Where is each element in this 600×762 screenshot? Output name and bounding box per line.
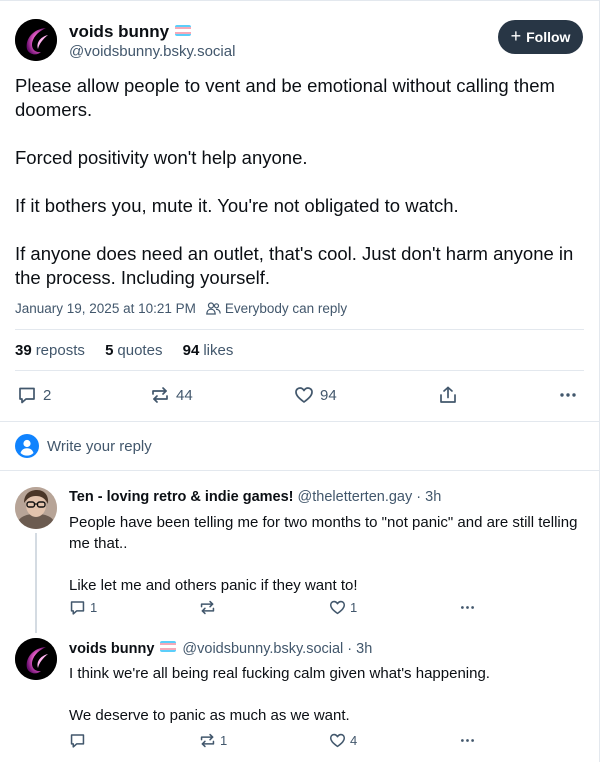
author-name[interactable]: voids bunny — [69, 22, 192, 42]
heart-icon — [295, 387, 313, 403]
reply-reply-button[interactable] — [69, 732, 90, 749]
reply-count: 1 — [90, 600, 98, 615]
repost-button[interactable]: 44 — [150, 385, 193, 405]
reposts-stat[interactable]: 39 reposts — [15, 342, 85, 359]
write-reply-prompt[interactable]: Write your reply — [15, 434, 152, 458]
heart-icon — [329, 733, 346, 748]
divider — [15, 329, 584, 330]
more-icon — [461, 606, 474, 609]
author-avatar[interactable] — [15, 19, 57, 61]
reply-body: I think we're all being real fucking cal… — [69, 663, 579, 726]
follow-label: Follow — [526, 29, 571, 45]
repost-icon — [200, 600, 215, 615]
reply-repost-button[interactable] — [199, 599, 220, 616]
reply-placeholder: Write your reply — [47, 437, 152, 455]
thread-connector — [35, 533, 37, 633]
post-paragraph: If anyone does need an outlet, that's co… — [15, 243, 574, 288]
post-actions: 2 44 94 — [0, 385, 599, 407]
reply-more-button[interactable] — [459, 732, 476, 749]
reply-paragraph: We deserve to panic as much as we want. — [69, 707, 350, 724]
reply-icon — [70, 601, 85, 615]
user-avatar-icon — [15, 434, 39, 458]
share-button[interactable] — [438, 385, 458, 405]
quotes-stat[interactable]: 5 quotes — [105, 342, 162, 359]
people-icon — [206, 302, 221, 315]
reply-age[interactable]: · 3h — [412, 489, 441, 505]
likes-stat[interactable]: 94 likes — [183, 342, 234, 359]
reply-setting[interactable]: Everybody can reply — [225, 301, 347, 316]
reply-author-name[interactable]: Ten - loving retro & indie games! — [69, 489, 294, 505]
repost-icon — [200, 733, 215, 748]
plus-icon: + — [510, 26, 522, 46]
reply-reply-button[interactable]: 1 — [69, 599, 97, 616]
post-paragraph: Forced positivity won't help anyone. — [15, 147, 308, 168]
post-body: Please allow people to vent and be emoti… — [15, 74, 585, 290]
like-count: 94 — [320, 386, 337, 404]
reply-paragraph: I think we're all being real fucking cal… — [69, 665, 490, 682]
author-handle[interactable]: @voidsbunny.bsky.social — [69, 43, 235, 60]
repost-count: 1 — [220, 733, 228, 748]
repost-icon — [152, 387, 168, 403]
reply-count: 2 — [43, 386, 52, 404]
share-icon — [440, 386, 456, 403]
reply-author-handle[interactable]: @theletterten.gay — [298, 489, 413, 505]
reply-author-handle[interactable]: @voidsbunny.bsky.social — [182, 641, 343, 657]
more-icon — [560, 393, 576, 397]
more-options-button[interactable] — [558, 385, 578, 405]
reply-author-name[interactable]: voids bunny — [69, 641, 154, 657]
trans-flag-icon — [175, 25, 192, 36]
reply-paragraph: People have been telling me for two mont… — [69, 514, 578, 552]
reply-like-button[interactable]: 1 — [329, 599, 357, 616]
reply-avatar[interactable] — [15, 638, 57, 680]
post-thread: voids bunny @voidsbunny.bsky.social + Fo… — [0, 0, 600, 762]
post-paragraph: If it bothers you, mute it. You're not o… — [15, 195, 459, 216]
reply-header[interactable]: voids bunny @voidsbunny.bsky.social · 3h — [69, 641, 372, 657]
divider — [0, 421, 599, 422]
reply-avatar[interactable] — [15, 487, 57, 529]
more-icon — [461, 739, 474, 742]
divider — [0, 470, 599, 471]
reply-body: People have been telling me for two mont… — [69, 512, 579, 596]
post-timestamp[interactable]: January 19, 2025 at 10:21 PM — [15, 301, 196, 316]
repost-count: 44 — [176, 386, 193, 404]
post-paragraph: Please allow people to vent and be emoti… — [15, 75, 555, 120]
reply-icon — [19, 387, 35, 404]
reply-paragraph: Like let me and others panic if they wan… — [69, 577, 358, 594]
follow-button[interactable]: + Follow — [498, 20, 583, 54]
like-count: 4 — [350, 733, 358, 748]
reply-header[interactable]: Ten - loving retro & indie games! @thele… — [69, 489, 441, 505]
like-button[interactable]: 94 — [294, 385, 337, 405]
heart-icon — [329, 600, 346, 615]
trans-flag-icon — [160, 641, 177, 652]
reply-age[interactable]: · 3h — [343, 641, 372, 657]
reply-like-button[interactable]: 4 — [329, 732, 357, 749]
like-count: 1 — [350, 600, 358, 615]
divider — [15, 370, 584, 371]
reply-more-button[interactable] — [459, 599, 476, 616]
post-meta: January 19, 2025 at 10:21 PM Everybody c… — [15, 301, 347, 316]
post-stats: 39 reposts 5 quotes 94 likes — [15, 342, 249, 359]
reply-button[interactable]: 2 — [17, 385, 51, 405]
reply-icon — [70, 734, 85, 748]
reply-repost-button[interactable]: 1 — [199, 732, 227, 749]
